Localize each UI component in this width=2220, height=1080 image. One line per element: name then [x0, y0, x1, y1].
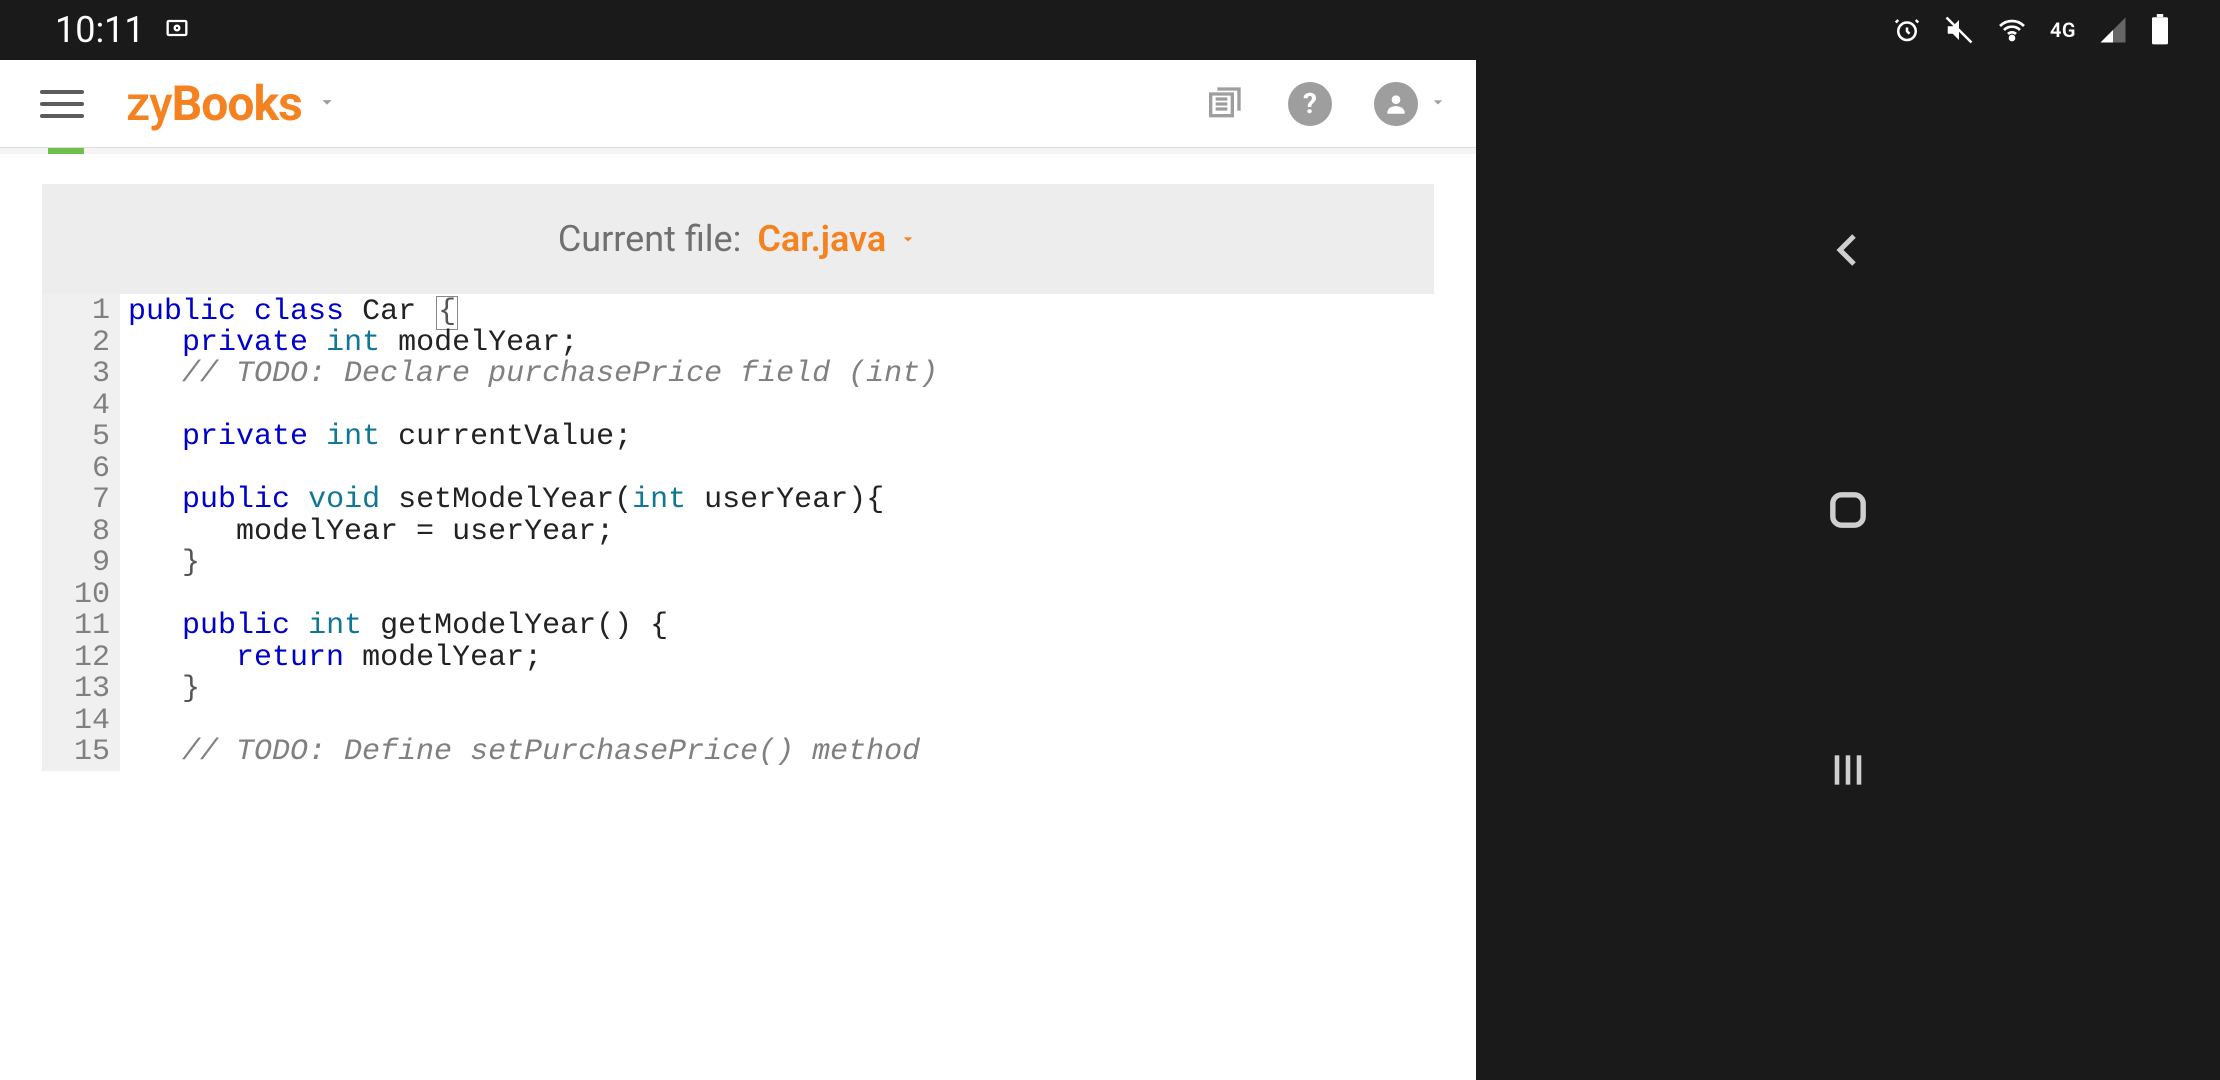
- account-button[interactable]: [1374, 82, 1448, 126]
- line-number: 3: [60, 359, 110, 391]
- line-number: 11: [60, 611, 110, 643]
- caret-down-icon: [898, 229, 918, 249]
- app-bar: zyBooks ?: [0, 60, 1476, 148]
- line-number: 12: [60, 643, 110, 675]
- menu-button[interactable]: [40, 82, 84, 126]
- line-number: 13: [60, 674, 110, 706]
- alarm-icon: [1892, 15, 1922, 45]
- battery-icon: [2150, 14, 2170, 46]
- code-line[interactable]: [128, 706, 938, 738]
- line-number: 4: [60, 391, 110, 423]
- system-nav-rail: [1476, 60, 2220, 1080]
- device-screen: 10:11 4G: [0, 0, 2220, 1080]
- wifi-icon: [1996, 14, 2028, 46]
- caret-down-icon: [316, 91, 338, 117]
- code-line[interactable]: private int currentValue;: [128, 422, 938, 454]
- nav-back-button[interactable]: [1818, 220, 1878, 280]
- line-number: 8: [60, 517, 110, 549]
- code-line[interactable]: }: [128, 674, 938, 706]
- line-number: 5: [60, 422, 110, 454]
- screenshot-icon: [163, 9, 191, 51]
- line-number: 14: [60, 706, 110, 738]
- file-name: Car.java: [757, 218, 886, 260]
- network-type: 4G: [2050, 18, 2076, 42]
- content-body: Current file: Car.java 12345678910111213…: [0, 154, 1476, 771]
- android-status-bar: 10:11 4G: [0, 0, 2220, 60]
- status-time: 10:11: [55, 9, 145, 51]
- code-line[interactable]: modelYear = userYear;: [128, 517, 938, 549]
- file-selector[interactable]: Car.java: [757, 218, 918, 260]
- code-line[interactable]: public class Car {: [128, 296, 938, 328]
- code-line[interactable]: public int getModelYear() {: [128, 611, 938, 643]
- code-line[interactable]: // TODO: Declare purchasePrice field (in…: [128, 359, 938, 391]
- line-number: 9: [60, 548, 110, 580]
- nav-home-button[interactable]: [1818, 480, 1878, 540]
- mute-icon: [1944, 15, 1974, 45]
- code-line[interactable]: }: [128, 548, 938, 580]
- line-number: 10: [60, 580, 110, 612]
- code-line[interactable]: return modelYear;: [128, 643, 938, 675]
- line-number: 15: [60, 737, 110, 769]
- nav-recents-button[interactable]: [1818, 740, 1878, 800]
- person-icon: [1374, 82, 1418, 126]
- line-number: 7: [60, 485, 110, 517]
- code-line[interactable]: public void setModelYear(int userYear){: [128, 485, 938, 517]
- line-number: 2: [60, 328, 110, 360]
- code-line[interactable]: [128, 454, 938, 486]
- code-editor[interactable]: 123456789101112131415 public class Car {…: [42, 294, 1434, 771]
- line-number: 6: [60, 454, 110, 486]
- file-header: Current file: Car.java: [42, 184, 1434, 294]
- signal-icon: [2098, 15, 2128, 45]
- help-icon: ?: [1288, 82, 1332, 126]
- code-panel: Current file: Car.java 12345678910111213…: [42, 184, 1434, 771]
- library-button[interactable]: [1202, 82, 1246, 126]
- code-line[interactable]: [128, 391, 938, 423]
- line-number-gutter: 123456789101112131415: [42, 294, 120, 771]
- brand-logo: zyBooks: [126, 75, 302, 132]
- file-label: Current file:: [558, 218, 742, 260]
- code-line[interactable]: private int modelYear;: [128, 328, 938, 360]
- line-number: 1: [60, 296, 110, 328]
- code-line[interactable]: // TODO: Define setPurchasePrice() metho…: [128, 737, 938, 769]
- code-area[interactable]: public class Car { private int modelYear…: [120, 294, 938, 771]
- caret-down-icon: [1428, 92, 1448, 116]
- brand-dropdown[interactable]: zyBooks: [126, 75, 338, 132]
- help-button[interactable]: ?: [1288, 82, 1332, 126]
- code-line[interactable]: [128, 580, 938, 612]
- browser-viewport: zyBooks ?: [0, 60, 1476, 1080]
